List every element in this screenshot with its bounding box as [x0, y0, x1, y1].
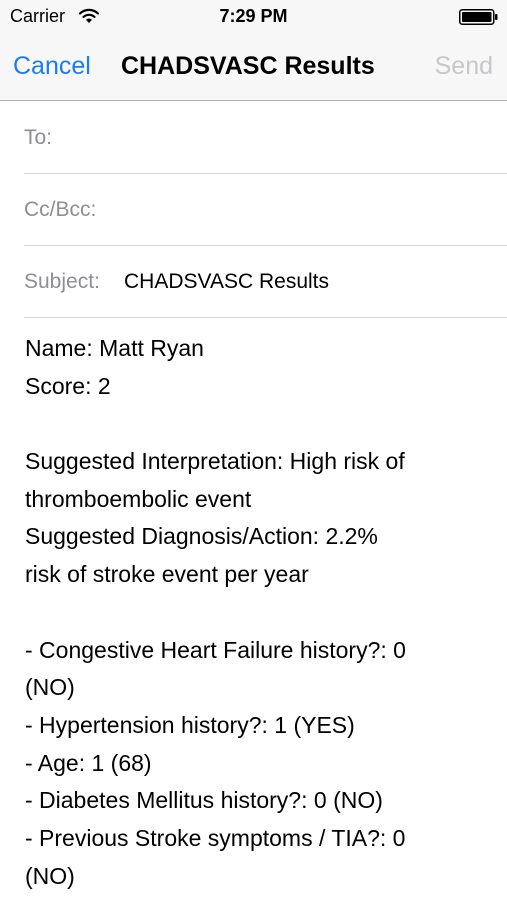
body-line: - Diabetes Mellitus history?: 0 (NO) [25, 787, 383, 814]
navigation-bar: Cancel CHADSVASC Results Send [0, 34, 507, 101]
send-button[interactable]: Send [435, 52, 493, 81]
body-line: - Congestive Heart Failure history?: 0 [25, 636, 406, 663]
subject-value[interactable]: CHADSVASC Results [124, 270, 329, 294]
body-line: risk of stroke event per year [25, 561, 309, 588]
body-line [25, 405, 495, 443]
body-line [25, 594, 495, 632]
message-body[interactable]: Name: Matt Ryan Score: 2 Suggested Inter… [25, 330, 495, 895]
body-line: Suggested Diagnosis/Action: 2.2% [25, 523, 378, 550]
subject-field[interactable]: Subject: CHADSVASC Results [24, 246, 507, 318]
cc-bcc-field[interactable]: Cc/Bcc: [24, 174, 507, 246]
to-label: To: [24, 126, 53, 149]
to-field[interactable]: To: [24, 102, 507, 174]
body-line: Score: 2 [25, 372, 111, 399]
body-line: (NO) [25, 862, 75, 889]
body-line: - Age: 1 (68) [25, 749, 152, 776]
body-line: Suggested Interpretation: High risk of [25, 448, 405, 475]
body-line: Name: Matt Ryan [25, 335, 204, 361]
cc-bcc-label: Cc/Bcc: [24, 198, 97, 221]
nav-title: CHADSVASC Results [121, 52, 375, 80]
cancel-button[interactable]: Cancel [13, 52, 91, 81]
body-line: thromboembolic event [25, 485, 252, 512]
body-line: (NO) [25, 674, 75, 701]
battery-icon [459, 9, 498, 25]
body-line: - Hypertension history?: 1 (YES) [25, 711, 355, 738]
status-bar: Carrier 7:29 PM [0, 0, 507, 34]
subject-label: Subject: [24, 270, 100, 293]
status-time: 7:29 PM [219, 6, 288, 26]
body-line: - Previous Stroke symptoms / TIA?: 0 [25, 824, 406, 851]
